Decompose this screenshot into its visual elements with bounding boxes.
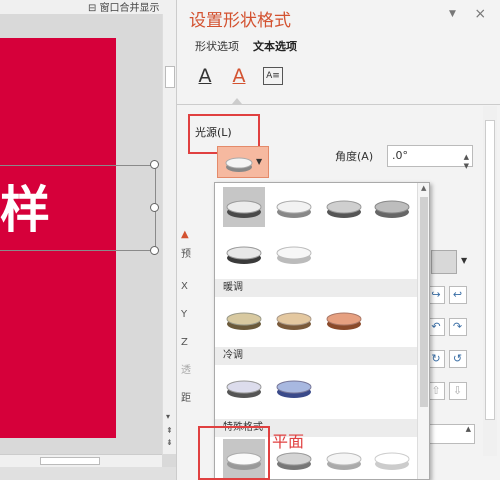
merge-display-button[interactable]: ⊟ 窗口合并显示	[88, 0, 160, 14]
light-source-dropdown[interactable]: ▼	[217, 146, 269, 178]
selection-box	[0, 165, 156, 251]
scroll-up-icon[interactable]: ▲	[421, 184, 426, 192]
scroll-thumb[interactable]	[165, 66, 175, 88]
section-cool: 冷调	[215, 347, 417, 365]
angle-value: .0°	[392, 149, 408, 162]
partial-label: 预	[181, 249, 191, 260]
text-fill-icon[interactable]: A	[193, 64, 217, 88]
prev-slide-icon[interactable]: ⇞	[166, 426, 173, 435]
section-warm: 暖调	[215, 279, 417, 297]
light-preset-tile[interactable]	[323, 299, 365, 339]
textbox-icon[interactable]: A≡	[263, 67, 283, 85]
slide-canvas: ⊟ 窗口合并显示 样 ▾ ⇞ ⇟	[0, 0, 176, 480]
annotation-flat: 平面	[272, 432, 305, 451]
next-slide-icon[interactable]: ⇟	[166, 438, 173, 447]
slide-horizontal-scrollbar[interactable]	[0, 454, 162, 467]
slide-vertical-scrollbar[interactable]: ▾ ⇞ ⇟	[162, 14, 176, 454]
partial-labels: ▲ 预 X Y Z 透 距	[181, 230, 205, 422]
partial-label: Z	[181, 337, 188, 348]
partial-label: 透	[181, 365, 191, 376]
panel-menu-icon[interactable]: ▼	[449, 9, 456, 19]
light-preset-tile[interactable]	[371, 187, 413, 227]
rotation-buttons: ↪ ↩ ↶ ↷ ↻ ↺ ⇧ ⇩	[427, 286, 471, 414]
panel-title: 设置形状格式	[189, 11, 291, 31]
rotate-down-icon[interactable]: ↷	[448, 318, 467, 336]
light-preset-tile[interactable]	[223, 367, 265, 407]
merge-display-label: 窗口合并显示	[99, 3, 160, 14]
angle-input[interactable]: .0° ▲ ▼	[387, 145, 473, 170]
gallery-scrollbar[interactable]: ▲	[417, 183, 429, 479]
partial-label: Y	[181, 309, 188, 320]
resize-handle[interactable]	[150, 203, 159, 212]
spin-down-icon[interactable]: ▼	[464, 156, 469, 176]
resize-handle[interactable]	[150, 160, 159, 169]
light-preset-tile[interactable]	[273, 233, 315, 273]
light-preset-tile[interactable]	[273, 367, 315, 407]
light-preset-tile[interactable]	[371, 439, 413, 479]
chevron-down-icon: ▼	[256, 157, 263, 166]
light-preset-tile[interactable]	[273, 299, 315, 339]
scroll-down-icon[interactable]: ▾	[166, 412, 170, 421]
light-preset-tile[interactable]	[273, 187, 315, 227]
light-preset-tile[interactable]	[323, 187, 365, 227]
preset-swatch[interactable]	[431, 250, 457, 274]
light-preset-tile[interactable]	[223, 233, 265, 273]
resize-handle[interactable]	[150, 246, 159, 255]
light-preset-tile[interactable]	[223, 299, 265, 339]
partial-label: 距	[181, 393, 191, 404]
scroll-thumb[interactable]	[420, 197, 428, 407]
angle-label: 角度(A)	[335, 150, 374, 163]
scroll-thumb[interactable]	[40, 457, 100, 465]
panel-controls: ▼ ×	[449, 6, 486, 22]
light-preset-tile[interactable]	[223, 187, 265, 227]
chevron-down-icon[interactable]: ▼	[461, 256, 467, 265]
window-topbar: ⊟ 窗口合并显示	[0, 0, 176, 14]
text-effects-icon[interactable]: A	[227, 64, 251, 88]
divider	[177, 104, 500, 105]
spin-up-icon[interactable]: ▲	[466, 425, 471, 433]
rotate-right-icon[interactable]: ↩	[448, 286, 467, 304]
tab-shape-options[interactable]: 形状选项	[195, 38, 239, 54]
rotate-ccw-icon[interactable]: ↺	[448, 350, 467, 368]
close-icon[interactable]: ×	[474, 6, 486, 22]
move-down-icon[interactable]: ⇩	[448, 382, 467, 400]
partial-label: X	[181, 281, 188, 292]
panel-scrollbar[interactable]	[483, 106, 497, 456]
scroll-thumb[interactable]	[485, 120, 495, 420]
highlight-box	[198, 426, 270, 480]
light-preset-tile[interactable]	[323, 439, 365, 479]
light-swatch-icon	[225, 157, 253, 172]
tab-text-options[interactable]: 文本选项	[253, 38, 297, 54]
